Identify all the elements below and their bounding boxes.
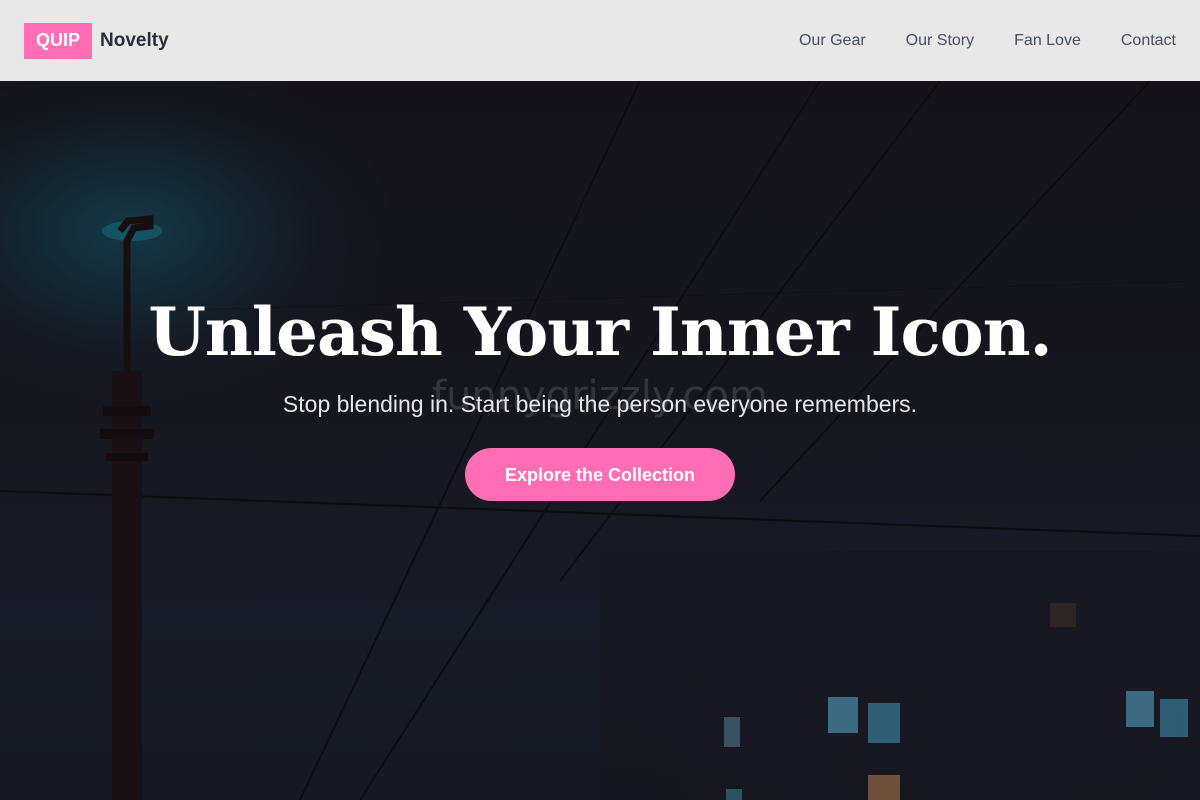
- nav-link-our-gear[interactable]: Our Gear: [799, 32, 866, 50]
- hero-section: funnygrizzly.com Unleash Your Inner Icon…: [0, 81, 1200, 800]
- hero-content: Unleash Your Inner Icon. Stop blending i…: [0, 296, 1200, 501]
- hero-subtitle: Stop blending in. Start being the person…: [282, 390, 918, 417]
- nav-link-contact[interactable]: Contact: [1121, 32, 1176, 50]
- hero-title: Unleash Your Inner Icon.: [148, 293, 1052, 371]
- brand-name: Novelty: [100, 29, 169, 51]
- nav-link-our-story[interactable]: Our Story: [906, 32, 974, 50]
- explore-collection-button[interactable]: Explore the Collection: [465, 447, 735, 501]
- brand-logo[interactable]: QUIP Novelty: [24, 22, 169, 59]
- nav-link-fan-love[interactable]: Fan Love: [1014, 32, 1081, 50]
- site-header: QUIP Novelty Our Gear Our Story Fan Love…: [0, 0, 1200, 81]
- brand-badge: QUIP: [24, 22, 93, 59]
- main-nav: Our Gear Our Story Fan Love Contact: [759, 32, 1176, 50]
